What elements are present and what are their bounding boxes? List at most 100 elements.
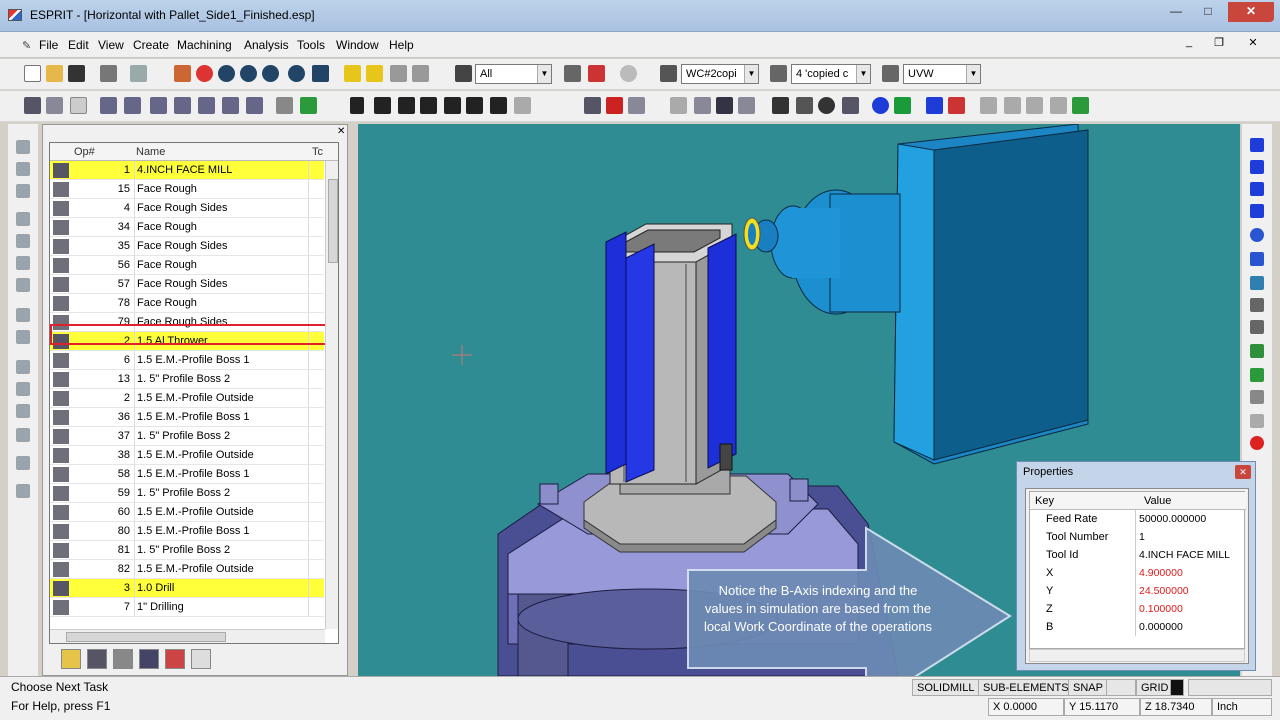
menu-edit[interactable]: Edit <box>68 38 89 52</box>
chevron-down-icon[interactable]: ▼ <box>856 65 870 83</box>
document-menu-icon[interactable]: ✎ <box>22 39 34 52</box>
operation-row[interactable]: 38 1.5 E.M.-Profile Outside <box>50 446 324 465</box>
tab-properties-icon[interactable] <box>191 649 211 669</box>
chevron-down-icon[interactable]: ▼ <box>537 65 551 83</box>
stack-icon[interactable] <box>1250 320 1264 334</box>
rail-tool-8-icon[interactable] <box>16 308 30 322</box>
tool-row[interactable]: 1 4.INCH FACE MILL <box>50 161 324 180</box>
operation-icon[interactable] <box>24 97 41 114</box>
view-left-icon[interactable] <box>1250 182 1264 196</box>
operation-row[interactable]: 6 1.5 E.M.-Profile Boss 1 <box>50 351 324 370</box>
select-tool-icon[interactable] <box>174 65 191 82</box>
copy-icon[interactable] <box>130 65 147 82</box>
tab-features-icon[interactable] <box>61 649 81 669</box>
operation-row[interactable]: 13 1. 5" Profile Boss 2 <box>50 370 324 389</box>
record-icon[interactable] <box>1250 436 1264 450</box>
esprit-app-icon[interactable] <box>8 9 22 21</box>
machine-alt-icon[interactable] <box>124 97 141 114</box>
pause-icon[interactable] <box>420 97 437 114</box>
settings-icon[interactable] <box>276 97 293 114</box>
pen-icon[interactable] <box>1250 390 1264 404</box>
vertical-scrollbar[interactable] <box>325 161 338 629</box>
machine-icon[interactable] <box>100 97 117 114</box>
solid-icon[interactable] <box>772 97 789 114</box>
column-header-key[interactable]: Key <box>1035 495 1054 507</box>
sphere-icon[interactable] <box>818 97 835 114</box>
pan-icon[interactable] <box>312 65 329 82</box>
triangle-icon[interactable] <box>1250 298 1264 312</box>
minimize-button[interactable]: — <box>1162 2 1190 22</box>
collision-icon[interactable] <box>606 97 623 114</box>
property-row[interactable]: X 4.900000 <box>1030 564 1246 582</box>
status-snap[interactable]: SNAP <box>1068 679 1108 696</box>
view-side-icon[interactable] <box>948 97 965 114</box>
zoom-out-icon[interactable] <box>240 65 257 82</box>
zoom-icon[interactable] <box>218 65 235 82</box>
rail-tool-14-icon[interactable] <box>16 456 30 470</box>
tool-row[interactable]: 3 1.0 Drill <box>50 579 324 598</box>
tab-tools-icon[interactable] <box>113 649 133 669</box>
property-row[interactable]: Tool Number 1 <box>1030 528 1246 546</box>
operation-row[interactable]: 35 Face Rough Sides <box>50 237 324 256</box>
close-panel-icon[interactable]: ✕ <box>337 126 345 137</box>
grid-icon[interactable] <box>1250 414 1264 428</box>
menu-analysis[interactable]: Analysis <box>244 38 289 52</box>
work-coordinate-combo[interactable]: WC#2copi ▼ <box>681 64 759 84</box>
layer-b-icon[interactable] <box>1004 97 1021 114</box>
operation-row[interactable]: 58 1.5 E.M.-Profile Boss 1 <box>50 465 324 484</box>
operation-row[interactable]: 80 1.5 E.M.-Profile Boss 1 <box>50 522 324 541</box>
tab-machine-icon[interactable] <box>139 649 159 669</box>
layer-a-icon[interactable] <box>980 97 997 114</box>
property-row[interactable]: Feed Rate 50000.000000 <box>1030 510 1246 528</box>
rail-tool-2-icon[interactable] <box>16 162 30 176</box>
open-folder-icon[interactable] <box>46 65 63 82</box>
view-bottom-icon[interactable] <box>1250 252 1264 266</box>
properties-scrollbar[interactable] <box>1029 649 1245 662</box>
rail-tool-7-icon[interactable] <box>16 278 30 292</box>
shape-icon[interactable] <box>1250 344 1264 358</box>
layer-c-icon[interactable] <box>1026 97 1043 114</box>
sim-settings-icon[interactable] <box>628 97 645 114</box>
property-row[interactable]: Tool Id 4.INCH FACE MILL <box>1030 546 1246 564</box>
feature-icon[interactable] <box>344 65 361 82</box>
menu-machining[interactable]: Machining <box>177 38 232 52</box>
rail-tool-4-icon[interactable] <box>16 212 30 226</box>
tab-layers-icon[interactable] <box>165 649 185 669</box>
curve-icon[interactable] <box>1250 276 1264 290</box>
operation-row[interactable]: 7 1" Drilling <box>50 598 324 617</box>
operation-row[interactable]: 15 Face Rough <box>50 180 324 199</box>
show-icon[interactable] <box>412 65 429 82</box>
column-header-value[interactable]: Value <box>1144 495 1171 507</box>
rail-tool-10-icon[interactable] <box>16 360 30 374</box>
close-properties-icon[interactable]: ✕ <box>1235 465 1251 479</box>
wire-icon[interactable] <box>842 97 859 114</box>
selection-filter-combo[interactable]: All ▼ <box>475 64 552 84</box>
horizontal-scrollbar[interactable] <box>50 629 325 643</box>
status-color-swatch[interactable] <box>1170 679 1184 696</box>
chevron-down-icon[interactable]: ▼ <box>966 65 980 83</box>
rail-tool-12-icon[interactable] <box>16 404 30 418</box>
zoom-window-icon[interactable] <box>196 65 213 82</box>
property-row[interactable]: B 0.000000 <box>1030 618 1246 636</box>
document-close-button[interactable]: ✕ <box>1244 36 1262 52</box>
view-top-icon[interactable] <box>1250 228 1264 242</box>
menu-file[interactable]: File <box>39 38 58 52</box>
operation-row[interactable]: 37 1. 5" Profile Boss 2 <box>50 427 324 446</box>
view-right-icon[interactable] <box>1250 204 1264 218</box>
property-row[interactable]: Y 24.500000 <box>1030 582 1246 600</box>
view-back-icon[interactable] <box>1250 160 1264 174</box>
operation-row[interactable]: 78 Face Rough <box>50 294 324 313</box>
fast-forward-icon[interactable] <box>490 97 507 114</box>
layer-icon[interactable] <box>770 65 787 82</box>
status-solidmill[interactable]: SOLIDMILL <box>912 679 980 696</box>
stop-icon[interactable] <box>620 65 637 82</box>
property-row[interactable]: Z 0.100000 <box>1030 600 1246 618</box>
plane-combo[interactable]: UVW ▼ <box>903 64 981 84</box>
zoom-fit-icon[interactable] <box>262 65 279 82</box>
new-file-icon[interactable] <box>24 65 41 82</box>
rail-tool-6-icon[interactable] <box>16 256 30 270</box>
work-coordinate-icon[interactable] <box>660 65 677 82</box>
operation-row[interactable]: 34 Face Rough <box>50 218 324 237</box>
part-icon[interactable] <box>222 97 239 114</box>
column-header-tool[interactable]: Tc <box>312 146 323 158</box>
